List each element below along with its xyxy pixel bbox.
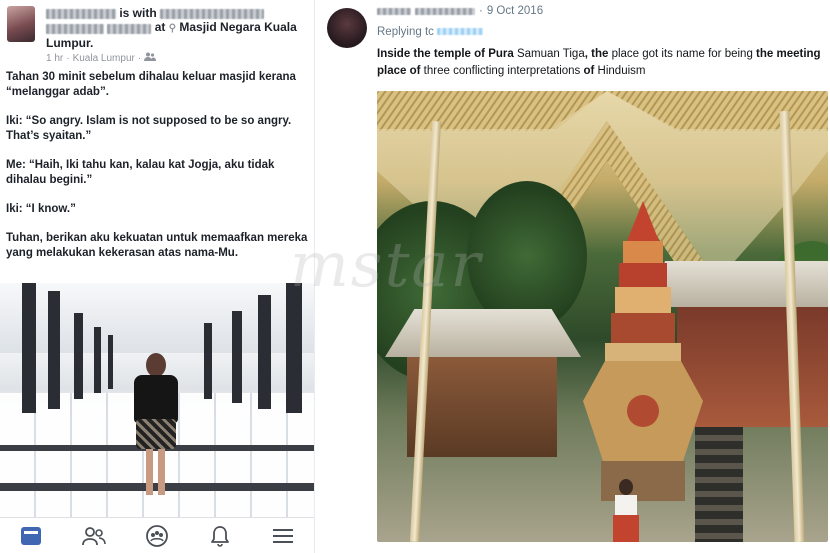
replying-label: Replying tc xyxy=(377,26,434,38)
blurred-tagged-friends xyxy=(160,8,265,19)
pillar xyxy=(204,323,212,399)
pillar xyxy=(232,311,242,403)
post-time[interactable]: 1 hr xyxy=(46,53,63,64)
pillar xyxy=(22,283,36,413)
tweet-text-segment: place got its name for being xyxy=(611,48,757,60)
pillar xyxy=(108,335,113,389)
tweet-text-segment: Samuan Tiga xyxy=(516,48,585,60)
tweet-text-segment: Hinduism xyxy=(597,65,646,77)
meta-separator-2: · xyxy=(137,52,142,64)
post-paragraph: Tuhan, berikan aku kekuatan untuk memaaf… xyxy=(6,232,308,259)
tweet-text: Inside the temple of Pura Samuan Tiga, t… xyxy=(377,46,825,80)
temple-photo[interactable] xyxy=(377,91,828,542)
carved-gate-tower xyxy=(583,201,703,501)
is-with-text: is with xyxy=(119,6,157,20)
pillar xyxy=(286,283,302,413)
blurred-reply-handle[interactable] xyxy=(437,28,484,36)
blurred-handle xyxy=(415,7,475,15)
avatar[interactable] xyxy=(327,8,367,48)
tweet-text-segment: Inside the temple of xyxy=(377,48,489,60)
tweet-text-segment: , the xyxy=(584,48,612,60)
post-paragraph: Iki: “I know.” xyxy=(6,203,76,215)
pillar xyxy=(94,327,101,393)
post-paragraph: Me: “Haih, Iki tahu kan, kalau kat Jogja… xyxy=(6,159,275,186)
pillar xyxy=(258,295,271,409)
post-paragraph: Iki: “So angry. Islam is not supposed to… xyxy=(6,115,292,142)
post-paragraph: Tahan 30 minit sebelum dihalau keluar ma… xyxy=(6,71,296,98)
pillar xyxy=(48,291,60,409)
date-separator: · xyxy=(479,5,483,17)
menu-hamburger-icon[interactable] xyxy=(271,524,295,548)
shrine-base xyxy=(407,357,557,457)
person-figure xyxy=(611,479,641,542)
blurred-author-name xyxy=(46,8,116,19)
meta-separator: · xyxy=(66,52,70,64)
tweet-text-segment: Pura xyxy=(488,48,517,60)
tweet-text-segment: of xyxy=(409,65,424,77)
blurred-display-name xyxy=(377,7,411,15)
friends-audience-icon[interactable] xyxy=(144,52,157,64)
shrine-roof xyxy=(385,309,581,357)
location-pin-icon: ⚲ xyxy=(168,23,177,34)
replying-to: Replying tc xyxy=(377,26,484,38)
tree-foliage xyxy=(467,181,587,331)
facebook-post: is with at ⚲ Masjid Negara Kuala Lumpur.… xyxy=(0,0,314,553)
steps xyxy=(695,427,743,542)
at-text: at xyxy=(154,20,166,34)
blurred-tagged-friends-2 xyxy=(46,24,104,35)
tweet-header: · 9 Oct 2016 xyxy=(377,5,543,17)
friends-icon[interactable] xyxy=(82,524,106,548)
avatar[interactable] xyxy=(7,6,35,42)
mosque-photo[interactable] xyxy=(0,283,314,517)
notifications-bell-icon[interactable] xyxy=(208,524,232,548)
feed-icon[interactable] xyxy=(19,524,43,548)
tweet-text-segment: three conflicting interpretations xyxy=(423,65,584,77)
post-location[interactable]: Kuala Lumpur xyxy=(73,53,135,64)
bottom-nav xyxy=(0,517,314,553)
groups-icon[interactable] xyxy=(145,524,169,548)
post-body: Tahan 30 minit sebelum dihalau keluar ma… xyxy=(6,70,310,275)
post-meta: 1 hr · Kuala Lumpur · xyxy=(46,52,157,64)
tweet-date[interactable]: 9 Oct 2016 xyxy=(487,5,543,17)
post-header: is with at ⚲ Masjid Negara Kuala Lumpur. xyxy=(46,6,308,50)
tweet: · 9 Oct 2016 Replying tc Inside the temp… xyxy=(314,0,830,553)
tweet-text-segment: of xyxy=(583,65,598,77)
pillar xyxy=(74,313,83,399)
person-figure xyxy=(124,353,188,501)
blurred-tagged-friends-3 xyxy=(107,24,152,35)
